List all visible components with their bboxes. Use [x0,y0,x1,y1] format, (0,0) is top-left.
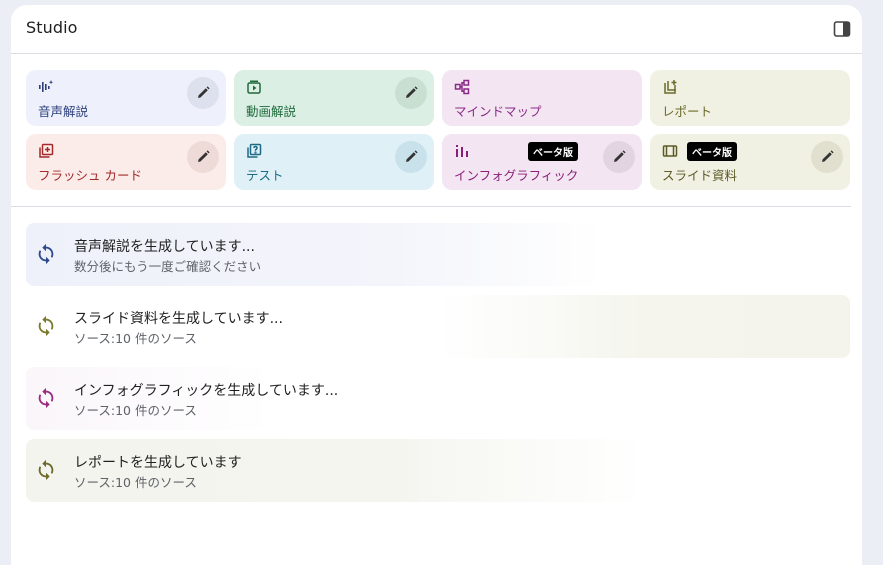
pencil-icon [822,150,834,162]
video-play-icon [246,79,262,95]
studio-tools-grid: 音声解説 動画解説 マインドマップ レポート フラッシュ カード テスト インフ… [26,70,850,190]
tool-card-report[interactable]: レポート [650,70,850,126]
side-panel-icon[interactable] [832,19,852,39]
sync-icon [35,315,57,337]
generating-title: レポートを生成しています [74,455,242,471]
quiz-icon [246,143,262,159]
generating-item-infographic[interactable]: インフォグラフィックを生成しています... ソース:10 件のソース [26,367,850,430]
panel-title: Studio [26,18,78,37]
audio-waveform-icon [38,79,54,95]
pencil-icon [406,150,418,162]
generating-item-slides[interactable]: スライド資料を生成しています... ソース:10 件のソース [26,295,850,358]
tool-label: テスト [246,168,284,183]
generating-title: スライド資料を生成しています... [74,311,283,327]
pencil-icon [198,86,210,98]
generating-item-audio[interactable]: 音声解説を生成しています... 数分後にもう一度ご確認ください [26,223,850,286]
beta-badge: ベータ版 [528,142,578,161]
generating-item-report[interactable]: レポートを生成しています ソース:10 件のソース [26,439,850,502]
tool-card-video-overview[interactable]: 動画解説 [234,70,434,126]
tool-label: 動画解説 [246,104,297,119]
divider [11,206,851,207]
mind-map-icon [454,79,470,95]
infographic-icon [454,143,470,159]
edit-button[interactable] [395,77,427,109]
edit-button[interactable] [187,77,219,109]
tool-card-infographic[interactable]: インフォグラフィック ベータ版 [442,134,642,190]
tool-card-flashcards[interactable]: フラッシュ カード [26,134,226,190]
sync-icon [35,387,57,409]
sync-icon [35,243,57,265]
tool-label: フラッシュ カード [38,168,142,183]
generating-title: 音声解説を生成しています... [74,239,255,255]
tool-label: マインドマップ [454,104,542,119]
tool-label: インフォグラフィック [454,168,579,183]
edit-button[interactable] [395,141,427,173]
pencil-icon [406,86,418,98]
pencil-icon [198,150,210,162]
studio-panel: Studio 音声解説 動画解説 マインドマップ レポート フラッシュ カード … [11,5,862,565]
edit-button[interactable] [811,141,843,173]
tool-card-audio-overview[interactable]: 音声解説 [26,70,226,126]
report-add-icon [662,79,678,95]
tool-label: レポート [662,104,713,119]
sync-icon [35,459,57,481]
tool-label: スライド資料 [662,168,738,183]
edit-button[interactable] [603,141,635,173]
edit-button[interactable] [187,141,219,173]
flashcard-icon [38,143,54,159]
generating-subtitle: ソース:10 件のソース [74,403,197,418]
generating-subtitle: ソース:10 件のソース [74,475,197,490]
tool-card-slides[interactable]: スライド資料 ベータ版 [650,134,850,190]
pencil-icon [614,150,626,162]
slides-icon [662,143,678,159]
tool-card-mind-map[interactable]: マインドマップ [442,70,642,126]
studio-header: Studio [11,5,862,54]
tool-label: 音声解説 [38,104,89,119]
generating-subtitle: ソース:10 件のソース [74,331,197,346]
beta-badge: ベータ版 [687,142,737,161]
generating-title: インフォグラフィックを生成しています... [74,383,339,399]
tool-card-quiz[interactable]: テスト [234,134,434,190]
generating-subtitle: 数分後にもう一度ご確認ください [74,259,262,274]
